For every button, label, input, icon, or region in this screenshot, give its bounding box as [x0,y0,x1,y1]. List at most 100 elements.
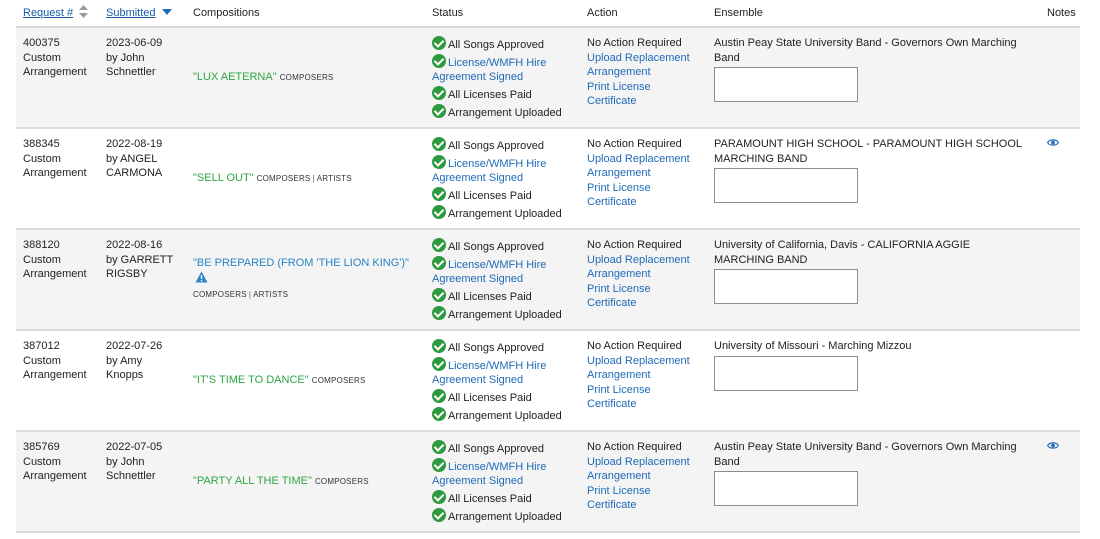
submitted-cell: 2022-07-05 by John Schnettler [99,431,186,532]
request-id: 388345 [23,138,60,150]
requests-table: Request # Submitted Compositions Status … [16,0,1080,533]
license-agreement-link[interactable]: License/WMFH Hire Agreement Signed [432,259,546,285]
song-title-link[interactable]: "PARTY ALL THE TIME" [193,475,312,487]
status-approved: All Songs Approved [448,140,545,152]
sort-submitted-link[interactable]: Submitted [106,7,156,19]
submitted-date: 2022-08-16 [106,239,163,251]
license-agreement-link[interactable]: License/WMFH Hire Agreement Signed [432,57,546,83]
table-row: 400375 Custom Arrangement 2023-06-09 by … [16,27,1080,128]
action-cell: No Action Required Upload Replacement Ar… [580,229,707,330]
table-header-row: Request # Submitted Compositions Status … [16,0,1080,28]
sort-desc-icon[interactable] [161,7,172,19]
upload-replacement-link[interactable]: Upload Replacement Arrangement [587,51,700,80]
request-cell: 388345 Custom Arrangement [16,128,99,229]
table-row: 385769 Custom Arrangement 2022-07-05 by … [16,431,1080,532]
credit-link[interactable]: ARTISTS [317,174,352,183]
sort-both-icon[interactable] [79,5,89,21]
submitted-date: 2022-08-19 [106,138,163,150]
request-cell: 388120 Custom Arrangement [16,229,99,330]
license-agreement-link[interactable]: License/WMFH Hire Agreement Signed [432,360,546,386]
submitted-by: by Amy Knopps [106,354,144,382]
print-license-link[interactable]: Print License Certificate [587,181,700,210]
check-circle-icon [432,86,446,100]
credit-link[interactable]: COMPOSERS [315,477,369,486]
status-approved: All Songs Approved [448,443,545,455]
notes-cell [1040,229,1080,330]
ensemble-box [714,168,858,203]
request-cell: 400375 Custom Arrangement [16,27,99,128]
ensemble-name: University of Missouri - Marching Mizzou [714,340,912,352]
warning-icon[interactable] [195,271,208,288]
ensemble-box [714,67,858,102]
notes-cell [1040,27,1080,128]
song-title-link[interactable]: "LUX AETERNA" [193,71,277,83]
composition-cell: "PARTY ALL THE TIME" COMPOSERS [186,431,425,532]
status-paid: All Licenses Paid [448,392,532,404]
check-circle-icon [432,155,446,169]
song-title-link[interactable]: "IT'S TIME TO DANCE" [193,374,309,386]
print-license-link[interactable]: Print License Certificate [587,282,700,311]
status-uploaded: Arrangement Uploaded [448,309,562,321]
check-circle-icon [432,389,446,403]
column-header-notes: Notes [1040,0,1080,28]
ensemble-box [714,471,858,506]
status-uploaded: Arrangement Uploaded [448,208,562,220]
eye-icon[interactable] [1046,137,1060,152]
request-type: Custom Arrangement [23,455,87,483]
no-action-text: No Action Required [587,239,682,251]
check-circle-icon [432,339,446,353]
license-agreement-link[interactable]: License/WMFH Hire Agreement Signed [432,461,546,487]
check-circle-icon [432,54,446,68]
license-agreement-link[interactable]: License/WMFH Hire Agreement Signed [432,158,546,184]
upload-replacement-link[interactable]: Upload Replacement Arrangement [587,253,700,282]
submitted-cell: 2022-08-16 by GARRETT RIGSBY [99,229,186,330]
credits: COMPOSERS [280,73,334,82]
action-cell: No Action Required Upload Replacement Ar… [580,27,707,128]
status-paid: All Licenses Paid [448,190,532,202]
notes-cell [1040,128,1080,229]
column-header-action: Action [580,0,707,28]
song-title-link[interactable]: "BE PREPARED (FROM 'THE LION KING')" [193,257,409,269]
submitted-cell: 2022-07-26 by Amy Knopps [99,330,186,431]
status-approved: All Songs Approved [448,39,545,51]
no-action-text: No Action Required [587,138,682,150]
ensemble-name: Austin Peay State University Band - Gove… [714,37,1017,64]
sort-request-link[interactable]: Request # [23,7,73,19]
column-header-request[interactable]: Request # [16,0,99,28]
credit-link[interactable]: COMPOSERS [193,290,247,299]
no-action-text: No Action Required [587,37,682,49]
composition-cell: "LUX AETERNA" COMPOSERS [186,27,425,128]
submitted-date: 2022-07-05 [106,441,163,453]
credits: COMPOSERS [315,477,369,486]
ensemble-name: University of California, Davis - CALIFO… [714,239,971,266]
eye-icon[interactable] [1046,440,1060,455]
check-circle-icon [432,306,446,320]
check-circle-icon [432,458,446,472]
status-cell: All Songs Approved License/WMFH Hire Agr… [425,229,580,330]
credit-link[interactable]: COMPOSERS [312,376,366,385]
request-type: Custom Arrangement [23,253,87,281]
request-id: 400375 [23,37,60,49]
credit-link[interactable]: COMPOSERS [257,174,311,183]
print-license-link[interactable]: Print License Certificate [587,383,700,412]
credits: COMPOSERS [312,376,366,385]
upload-replacement-link[interactable]: Upload Replacement Arrangement [587,354,700,383]
upload-replacement-link[interactable]: Upload Replacement Arrangement [587,455,700,484]
request-type: Custom Arrangement [23,51,87,79]
submitted-date: 2022-07-26 [106,340,163,352]
column-header-status: Status [425,0,580,28]
ensemble-cell: Austin Peay State University Band - Gove… [707,431,1040,532]
submitted-date: 2023-06-09 [106,37,163,49]
credit-link[interactable]: ARTISTS [253,290,288,299]
print-license-link[interactable]: Print License Certificate [587,80,700,109]
print-license-link[interactable]: Print License Certificate [587,484,700,513]
column-header-ensemble: Ensemble [707,0,1040,28]
column-header-submitted[interactable]: Submitted [99,0,186,28]
song-title-link[interactable]: "SELL OUT" [193,172,254,184]
ensemble-cell: Austin Peay State University Band - Gove… [707,27,1040,128]
upload-replacement-link[interactable]: Upload Replacement Arrangement [587,152,700,181]
credit-link[interactable]: COMPOSERS [280,73,334,82]
check-circle-icon [432,407,446,421]
check-circle-icon [432,238,446,252]
status-paid: All Licenses Paid [448,493,532,505]
